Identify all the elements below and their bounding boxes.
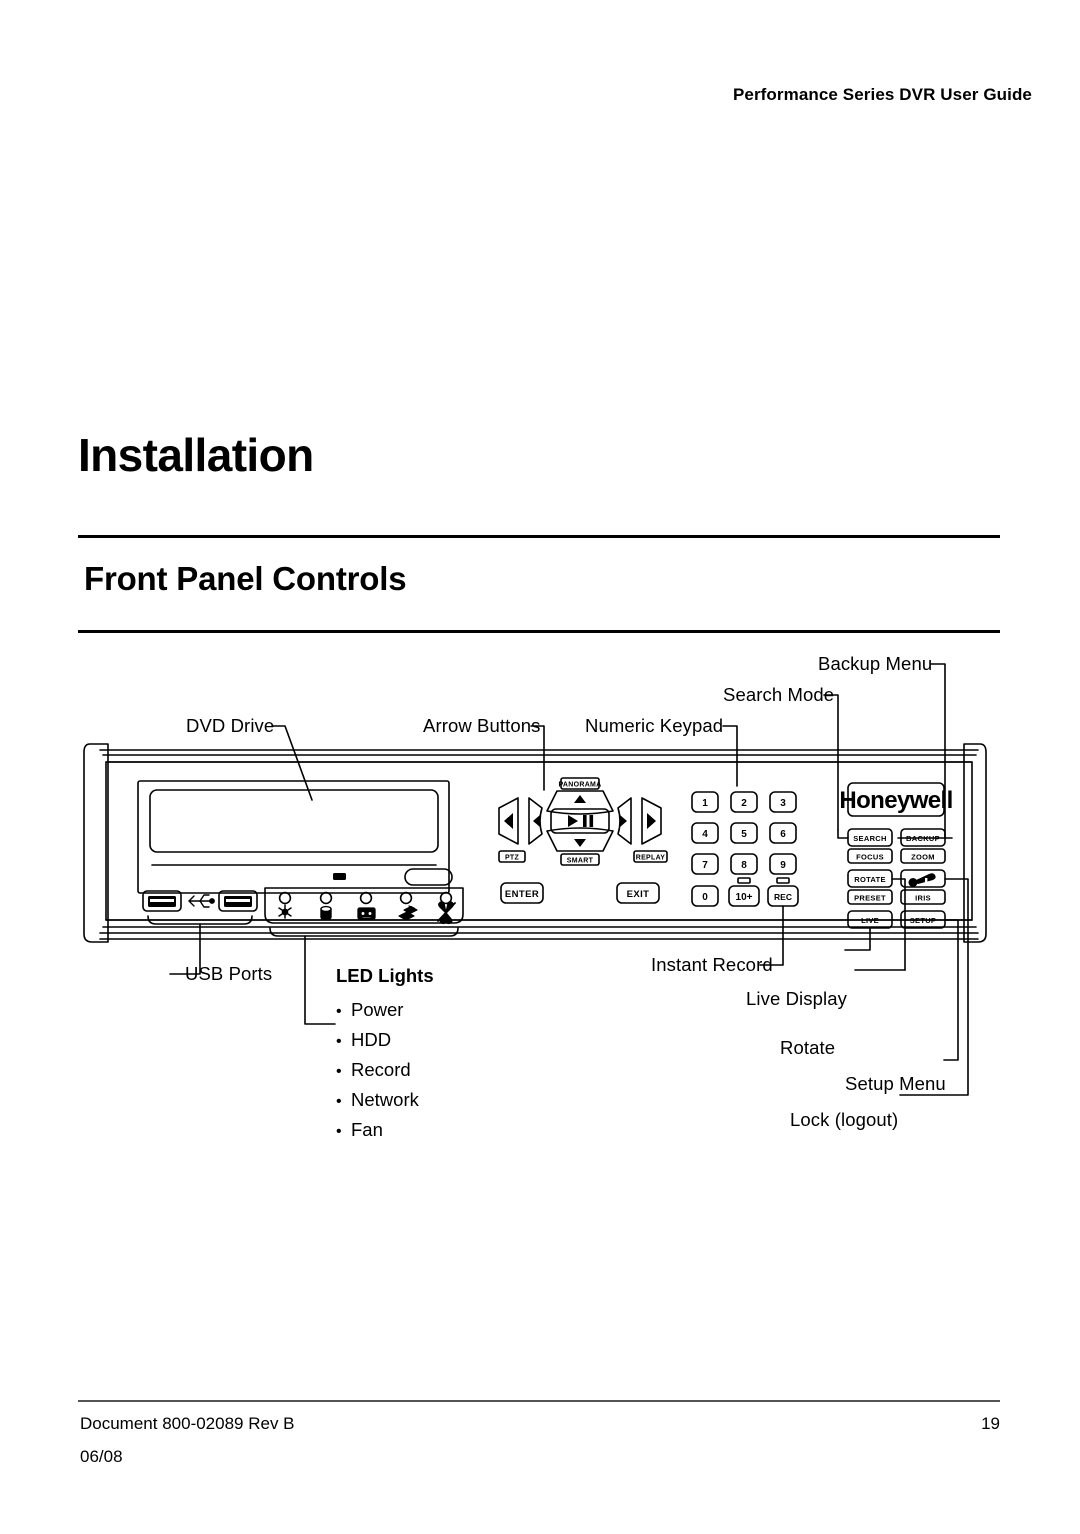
network-led-circle <box>399 891 413 905</box>
usb-icon <box>188 894 215 908</box>
key-icon <box>908 873 936 887</box>
callout-dvd-drive: DVD Drive <box>186 715 275 736</box>
power-led-circle <box>278 891 292 905</box>
key-1-label: 1 <box>702 798 708 809</box>
key-9-label: 9 <box>780 860 786 871</box>
led-lights-item: Power <box>336 996 434 1026</box>
dpad-up-label: PANORAMA <box>558 782 601 789</box>
section-rule-bottom <box>78 630 1000 633</box>
zoom-text: ZOOM <box>911 853 935 862</box>
dvd-tray <box>149 789 439 853</box>
document-page: Performance Series DVR User Guide Instal… <box>0 0 1080 1534</box>
footer-rule <box>78 1400 1000 1402</box>
footer-document: Document 800-02089 Rev B <box>80 1414 295 1433</box>
callout-live-display: Live Display <box>746 988 847 1009</box>
leader-rotate <box>891 878 906 971</box>
ptz-label: PTZ <box>505 855 520 862</box>
dvd-led <box>333 873 346 880</box>
led-bracket <box>269 927 459 937</box>
leader-setup-menu <box>943 919 959 1061</box>
rotate-label: ROTATE <box>854 875 886 884</box>
exit-label: EXIT <box>627 889 650 900</box>
callout-arrow-buttons: Arrow Buttons <box>423 715 541 736</box>
callout-numeric-keypad: Numeric Keypad <box>585 715 724 736</box>
key-7-label: 7 <box>702 860 708 871</box>
footer-date: 06/08 <box>80 1447 123 1466</box>
dvd-eject-button <box>404 868 453 886</box>
key-rec-label: REC <box>774 892 792 902</box>
led-lights-item: HDD <box>336 1026 434 1056</box>
chassis-left-cap <box>83 743 109 943</box>
backup-label: BACKUP <box>906 834 940 843</box>
leader-numeric-keypad <box>722 725 738 787</box>
play-pause-icon <box>568 815 594 827</box>
led-lights-item: Fan <box>336 1116 434 1146</box>
network-led-icon <box>398 905 418 921</box>
double-triangle-right-icon <box>647 813 656 829</box>
key-4-label: 4 <box>702 829 708 840</box>
callout-rotate: Rotate <box>780 1037 836 1058</box>
hdd-led-icon <box>320 905 332 921</box>
key-10plus-label: 10+ <box>736 892 753 903</box>
front-panel-figure: PANORAMA SMART PTZ REPLAY ENTER EXIT 1 2… <box>0 640 1080 1150</box>
replay-label: REPLAY <box>636 855 666 862</box>
chapter-title: Installation <box>78 429 314 481</box>
focus-text: FOCUS <box>856 853 884 862</box>
leader-backup-connect-a <box>944 829 953 839</box>
preset-text: PRESET <box>854 894 886 903</box>
leader-dvd-drive <box>271 725 313 801</box>
usb-port-left <box>142 890 182 912</box>
callout-backup-menu: Backup Menu <box>818 653 933 674</box>
led-lights-heading: LED Lights <box>336 965 434 986</box>
leader-led-lights <box>304 935 336 1025</box>
usb-port-right <box>218 890 258 912</box>
key-2-label: 2 <box>741 798 747 809</box>
triangle-up-icon <box>574 795 586 803</box>
search-label: SEARCH <box>853 834 886 843</box>
callout-setup-menu: Setup Menu <box>845 1073 946 1094</box>
led-lights-item: Record <box>336 1056 434 1086</box>
triangle-left-icon <box>533 815 540 827</box>
key-6-label: 6 <box>780 829 786 840</box>
key-8-label: 8 <box>741 860 747 871</box>
led-lights-item: Network <box>336 1086 434 1116</box>
leader-search-connect <box>837 829 849 839</box>
dvd-bay-outer <box>137 780 450 894</box>
power-led-icon <box>278 904 292 919</box>
double-triangle-left-icon <box>504 813 513 829</box>
record-led-icon <box>357 907 376 920</box>
callout-usb-ports: USB Ports <box>185 963 273 984</box>
live-label: LIVE <box>861 916 879 925</box>
triangle-down-icon <box>574 839 586 847</box>
running-header: Performance Series DVR User Guide <box>732 85 1032 104</box>
key-rec-led <box>776 877 790 884</box>
callout-lock-logout: Lock (logout) <box>790 1109 899 1130</box>
enter-label: ENTER <box>505 889 539 900</box>
record-led-circle <box>359 891 373 905</box>
key-10plus-led <box>737 877 751 884</box>
honeywell-wordmark: Honeywell <box>839 787 952 814</box>
iris-text: IRIS <box>915 894 931 903</box>
section-title: Front Panel Controls <box>84 560 407 597</box>
triangle-right-icon <box>620 815 627 827</box>
footer-page-number: 19 <box>981 1414 1000 1433</box>
led-lights-list: Power HDD Record Network Fan <box>336 996 434 1146</box>
callout-search-mode: Search Mode <box>723 684 835 705</box>
section-rule-top <box>78 535 1000 538</box>
hdd-led-circle <box>319 891 333 905</box>
setup-label: SETUP <box>910 916 937 925</box>
callout-instant-record: Instant Record <box>651 954 773 975</box>
led-lights-callout: LED Lights Power HDD Record Network Fan <box>336 965 434 1146</box>
key-3-label: 3 <box>780 798 786 809</box>
dpad-down-label: SMART <box>567 858 594 865</box>
key-5-label: 5 <box>741 829 747 840</box>
key-0-label: 0 <box>702 892 708 903</box>
